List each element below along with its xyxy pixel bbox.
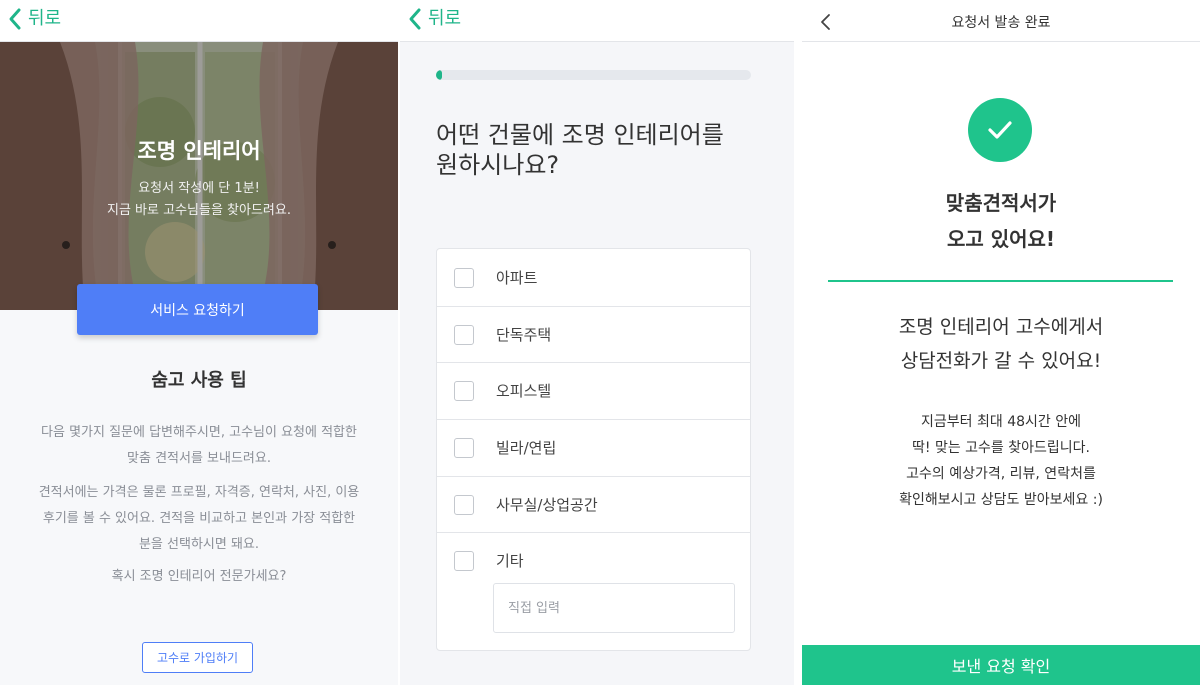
tips-line: 다음 몇가지 질문에 답변해주시면, 고수님이 요청에 적합한: [41, 425, 357, 440]
success-headline: 맞춤견적서가 오고 있어요!: [802, 185, 1200, 257]
direct-input-field[interactable]: [493, 583, 735, 633]
top-bar: 뒤로: [400, 0, 794, 42]
option-list: 아파트 단독주택 오피스텔 빌라/연립 사무실/상업공간 기타: [436, 248, 751, 651]
back-label: 뒤로: [28, 8, 62, 29]
description-line: 딱! 맞는 고수를 찾아드립니다.: [912, 440, 1090, 456]
option-label: 기타: [496, 552, 524, 570]
top-bar: 요청서 발송 완료: [802, 0, 1200, 42]
screen-gap: [794, 0, 802, 685]
back-button[interactable]: 뒤로: [8, 6, 61, 32]
checkbox[interactable]: [454, 550, 474, 571]
option-detached-house[interactable]: 단독주택: [437, 306, 750, 363]
success-description: 지금부터 최대 48시간 안에 딱! 맞는 고수를 찾아드립니다. 고수의 예상…: [802, 409, 1200, 513]
tips-line: 견적서에는 가격은 물론 프로필, 자격증, 연락처, 사진, 이용: [38, 485, 360, 500]
checkbox[interactable]: [454, 267, 474, 288]
headline-line: 맞춤견적서가: [945, 191, 1057, 215]
progress-fill: [436, 70, 443, 80]
option-label: 아파트: [496, 269, 538, 287]
back-label: 뒤로: [428, 8, 462, 29]
tips-paragraph: 견적서에는 가격은 물론 프로필, 자격증, 연락처, 사진, 이용 후기를 볼…: [16, 480, 382, 558]
tips-title: 숨고 사용 팁: [151, 370, 247, 391]
option-apartment[interactable]: 아파트: [437, 249, 750, 306]
hero-title: 조명 인테리어: [137, 139, 261, 163]
question-title: 어떤 건물에 조명 인테리어를 원하시나요?: [436, 120, 776, 180]
checkbox[interactable]: [454, 380, 474, 401]
checkbox[interactable]: [454, 324, 474, 345]
top-bar: 뒤로: [0, 0, 398, 42]
option-other[interactable]: 기타: [437, 532, 750, 589]
service-request-button[interactable]: 서비스 요청하기: [77, 284, 318, 335]
success-subtitle: 조명 인테리어 고수에게서 상담전화가 갈 수 있어요!: [802, 310, 1200, 378]
hero-subtitle-line: 지금 바로 고수님들을 찾아드려요.: [107, 203, 291, 218]
pro-signup-button[interactable]: 고수로 가입하기: [142, 642, 253, 673]
option-label: 단독주택: [496, 326, 552, 344]
option-label: 빌라/연립: [496, 439, 557, 457]
progress-bar: [436, 70, 751, 80]
pro-question: 혹시 조명 인테리어 전문가세요?: [111, 569, 287, 584]
hero-image: 조명 인테리어 요청서 작성에 단 1분! 지금 바로 고수님들을 찾아드려요.: [0, 42, 398, 310]
hero-subtitle: 요청서 작성에 단 1분! 지금 바로 고수님들을 찾아드려요.: [0, 178, 398, 222]
description-line: 확인해보시고 상담도 받아보세요 :): [899, 492, 1103, 508]
back-button[interactable]: 뒤로: [408, 6, 461, 32]
page-title: 요청서 발송 완료: [951, 15, 1051, 31]
tips-line: 분을 선택하시면 돼요.: [138, 537, 260, 552]
checkbox[interactable]: [454, 494, 474, 515]
checkmark-icon: [988, 121, 1012, 139]
hero-overlay: [0, 42, 398, 310]
checkbox[interactable]: [454, 437, 474, 458]
subtitle-line: 조명 인테리어 고수에게서: [898, 316, 1104, 338]
description-line: 지금부터 최대 48시간 안에: [921, 414, 1081, 430]
tips-paragraph: 다음 몇가지 질문에 답변해주시면, 고수님이 요청에 적합한 맞춤 견적서를 …: [16, 420, 382, 472]
view-sent-request-button[interactable]: 보낸 요청 확인: [802, 645, 1200, 685]
chevron-left-icon: [9, 8, 21, 30]
description-line: 고수의 예상가격, 리뷰, 연락처를: [906, 466, 1096, 482]
divider: [828, 280, 1173, 282]
question-screen: 뒤로 어떤 건물에 조명 인테리어를 원하시나요? 아파트 단독주택 오피스텔 …: [400, 0, 794, 685]
option-officetel[interactable]: 오피스텔: [437, 362, 750, 419]
chevron-left-icon: [409, 8, 421, 30]
success-badge: [968, 98, 1032, 162]
headline-line: 오고 있어요!: [946, 227, 1056, 251]
subtitle-line: 상담전화가 갈 수 있어요!: [900, 350, 1102, 372]
option-label: 오피스텔: [496, 382, 552, 400]
option-label: 사무실/상업공간: [496, 496, 598, 514]
tips-line: 맞춤 견적서를 보내드려요.: [127, 451, 271, 466]
question-line: 어떤 건물에 조명 인테리어를: [436, 121, 724, 149]
option-villa[interactable]: 빌라/연립: [437, 419, 750, 476]
hero-subtitle-line: 요청서 작성에 단 1분!: [138, 181, 260, 196]
service-intro-screen: 뒤로 조명 인테리어 요청서 작성에 단 1분! 지금 바로 고수님들을 찾아드…: [0, 0, 398, 685]
request-sent-screen: 요청서 발송 완료 맞춤견적서가 오고 있어요! 조명 인테리어 고수에게서 상…: [802, 0, 1200, 685]
option-office-commercial[interactable]: 사무실/상업공간: [437, 476, 750, 533]
tips-line: 후기를 볼 수 있어요. 견적을 비교하고 본인과 가장 적합한: [42, 511, 356, 526]
question-line: 원하시나요?: [436, 151, 560, 179]
